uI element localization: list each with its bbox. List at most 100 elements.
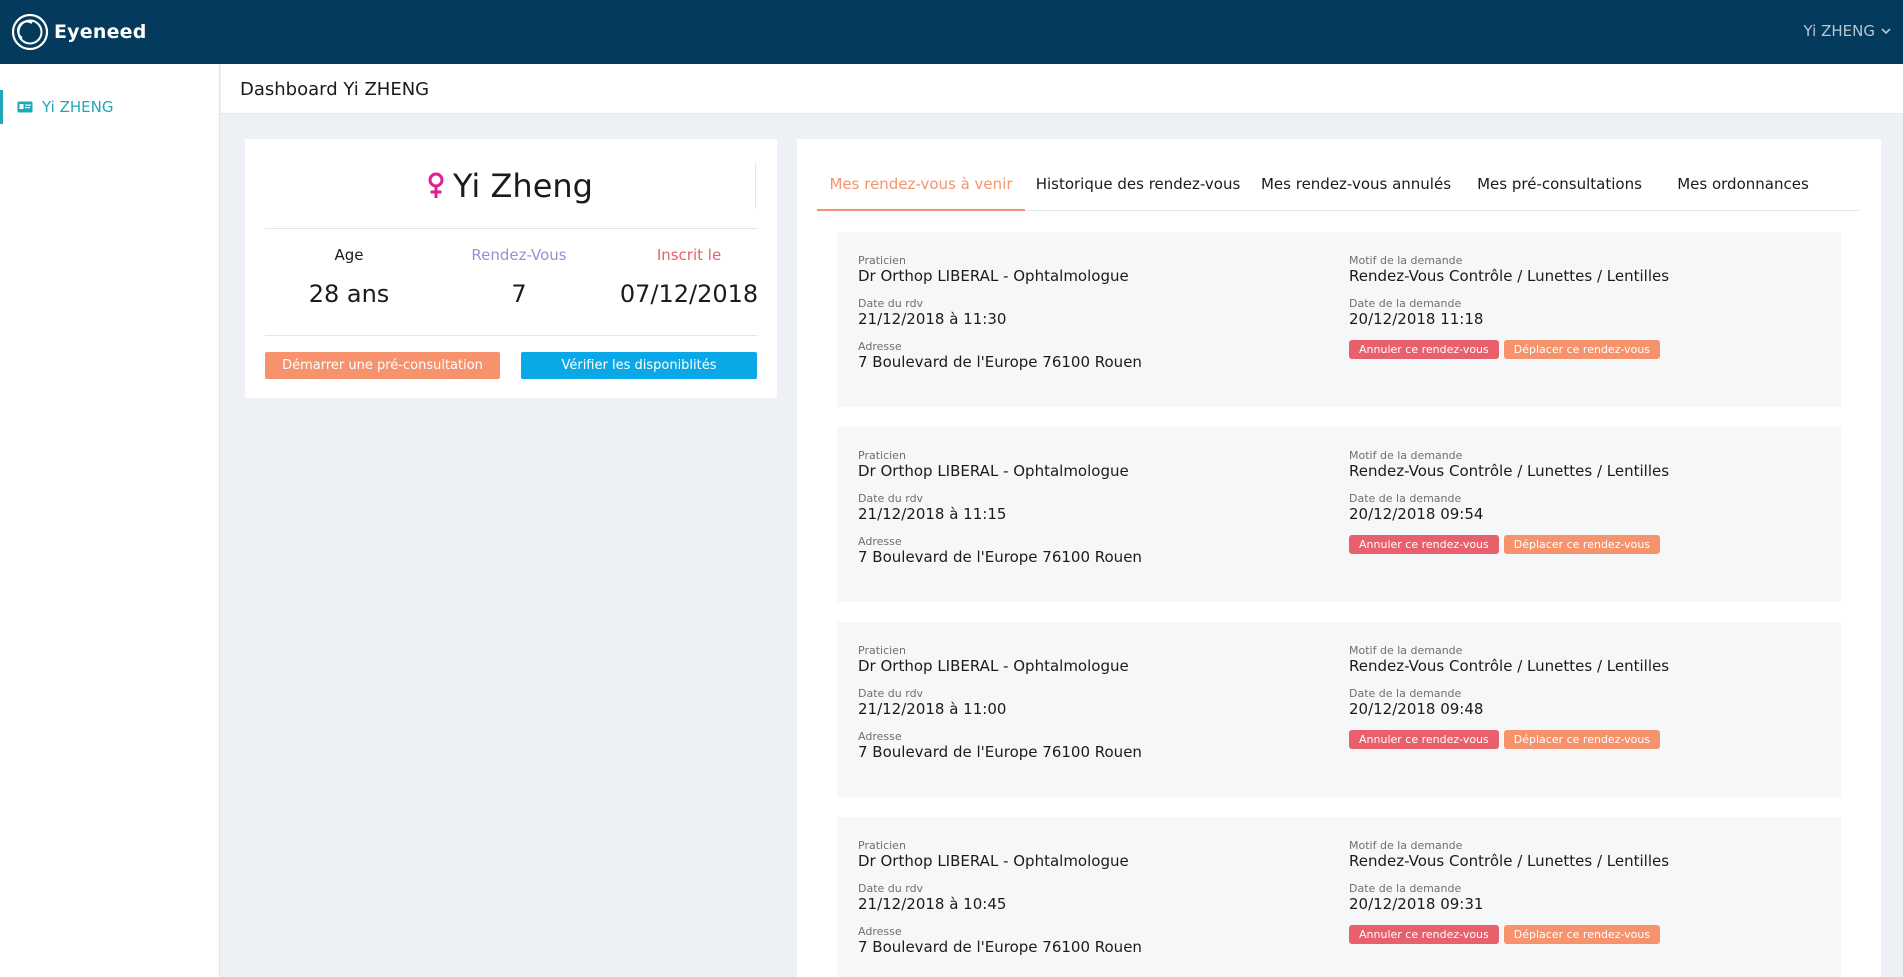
date-rdv-value: 21/12/2018 à 10:45 (858, 895, 1007, 913)
appointment-card: Praticien Dr Orthop LIBERAL - Ophtalmolo… (837, 622, 1841, 797)
eyeneed-logo-icon (11, 13, 49, 51)
appointment-request: Motif de la demande Rendez-Vous Contrôle… (1349, 254, 1669, 359)
adresse-label: Adresse (858, 925, 902, 938)
praticien-value: Dr Orthop LIBERAL - Ophtalmologue (858, 462, 1129, 480)
date-rdv-label: Date du rdv (858, 882, 924, 895)
stat-label: Age (334, 246, 364, 264)
tab-prescriptions[interactable]: Mes ordonnances (1658, 167, 1828, 211)
sidebar-item-label: Yi ZHENG (42, 98, 114, 116)
motif-value: Rendez-Vous Contrôle / Lunettes / Lentil… (1349, 462, 1670, 480)
date-demande-label: Date de la demande (1349, 297, 1462, 310)
chevron-down-icon (1881, 27, 1891, 34)
stat-label: Inscrit le (656, 246, 722, 264)
date-rdv-value: 21/12/2018 à 11:00 (858, 700, 1007, 718)
appointment-details: Praticien Dr Orthop LIBERAL - Ophtalmolo… (858, 449, 1142, 567)
cancel-appointment-button[interactable]: Annuler ce rendez-vous (1349, 535, 1499, 554)
cancel-appointment-button[interactable]: Annuler ce rendez-vous (1349, 340, 1499, 359)
appointment-actions: Annuler ce rendez-vous Déplacer ce rende… (1349, 535, 1669, 554)
motif-value: Rendez-Vous Contrôle / Lunettes / Lentil… (1349, 267, 1670, 285)
praticien-label: Praticien (858, 449, 906, 462)
move-appointment-button[interactable]: Déplacer ce rendez-vous (1503, 535, 1661, 554)
stat-value: 28 ans (308, 280, 390, 308)
praticien-label: Praticien (858, 644, 906, 657)
praticien-value: Dr Orthop LIBERAL - Ophtalmologue (858, 852, 1129, 870)
motif-label: Motif de la demande (1349, 449, 1463, 462)
divider (265, 335, 757, 336)
appointment-actions: Annuler ce rendez-vous Déplacer ce rende… (1349, 340, 1669, 359)
sidebar-item-patient[interactable]: Yi ZHENG (0, 90, 219, 124)
date-demande-label: Date de la demande (1349, 687, 1462, 700)
tab-history[interactable]: Historique des rendez-vous (1025, 167, 1251, 211)
motif-value: Rendez-Vous Contrôle / Lunettes / Lentil… (1349, 852, 1670, 870)
sidebar: Yi ZHENG (0, 64, 220, 977)
user-menu[interactable]: Yi ZHENG (1804, 22, 1891, 40)
date-rdv-label: Date du rdv (858, 492, 924, 505)
motif-label: Motif de la demande (1349, 839, 1463, 852)
stat-value: 07/12/2018 (619, 280, 759, 308)
patient-name: Yi Zheng (453, 167, 593, 205)
motif-value: Rendez-Vous Contrôle / Lunettes / Lentil… (1349, 657, 1670, 675)
appointments-panel: Mes rendez-vous à venir Historique des r… (797, 139, 1881, 977)
date-rdv-value: 21/12/2018 à 11:30 (858, 310, 1007, 328)
adresse-label: Adresse (858, 535, 902, 548)
appointment-actions: Annuler ce rendez-vous Déplacer ce rende… (1349, 730, 1669, 749)
user-menu-label: Yi ZHENG (1803, 22, 1875, 40)
appointment-request: Motif de la demande Rendez-Vous Contrôle… (1349, 644, 1669, 749)
cancel-appointment-button[interactable]: Annuler ce rendez-vous (1349, 730, 1499, 749)
profile-header: Yi Zheng (265, 163, 756, 209)
date-rdv-label: Date du rdv (858, 297, 924, 310)
tab-cancelled[interactable]: Mes rendez-vous annulés (1251, 167, 1461, 211)
check-availability-button[interactable]: Vérifier les disponiblités (521, 352, 757, 379)
appointment-request: Motif de la demande Rendez-Vous Contrôle… (1349, 839, 1669, 944)
date-demande-value: 20/12/2018 09:54 (1349, 505, 1484, 523)
divider (265, 228, 757, 229)
praticien-label: Praticien (858, 839, 906, 852)
profile-card: Yi Zheng Age 28 ans Rendez-Vous 7 Inscri… (245, 139, 777, 398)
date-demande-value: 20/12/2018 11:18 (1349, 310, 1484, 328)
start-preconsultation-button[interactable]: Démarrer une pré-consultation (265, 352, 500, 379)
praticien-label: Praticien (858, 254, 906, 267)
date-rdv-label: Date du rdv (858, 687, 924, 700)
cancel-appointment-button[interactable]: Annuler ce rendez-vous (1349, 925, 1499, 944)
tab-upcoming[interactable]: Mes rendez-vous à venir (817, 167, 1025, 211)
appointment-details: Praticien Dr Orthop LIBERAL - Ophtalmolo… (858, 644, 1142, 762)
appointment-details: Praticien Dr Orthop LIBERAL - Ophtalmolo… (858, 839, 1142, 957)
praticien-value: Dr Orthop LIBERAL - Ophtalmologue (858, 267, 1129, 285)
stat-label: Rendez-Vous (471, 246, 567, 264)
stat-registered: Inscrit le 07/12/2018 (607, 246, 771, 308)
adresse-value: 7 Boulevard de l'Europe 76100 Rouen (858, 548, 1142, 566)
stat-appointments: Rendez-Vous 7 (437, 246, 601, 308)
page-title: Dashboard Yi ZHENG (240, 79, 430, 100)
adresse-value: 7 Boulevard de l'Europe 76100 Rouen (858, 353, 1142, 371)
female-icon (428, 172, 444, 198)
move-appointment-button[interactable]: Déplacer ce rendez-vous (1503, 925, 1661, 944)
adresse-label: Adresse (858, 340, 902, 353)
motif-label: Motif de la demande (1349, 644, 1463, 657)
appointment-details: Praticien Dr Orthop LIBERAL - Ophtalmolo… (858, 254, 1142, 372)
tab-preconsultations[interactable]: Mes pré-consultations (1461, 167, 1658, 211)
date-rdv-value: 21/12/2018 à 11:15 (858, 505, 1007, 523)
adresse-label: Adresse (858, 730, 902, 743)
appointment-request: Motif de la demande Rendez-Vous Contrôle… (1349, 449, 1669, 554)
brand[interactable]: Eyeneed (10, 12, 147, 52)
stat-value: 7 (511, 280, 527, 308)
app-name: Eyeneed (54, 21, 147, 43)
move-appointment-button[interactable]: Déplacer ce rendez-vous (1503, 340, 1661, 359)
motif-label: Motif de la demande (1349, 254, 1463, 267)
praticien-value: Dr Orthop LIBERAL - Ophtalmologue (858, 657, 1129, 675)
id-card-icon (17, 101, 33, 113)
date-demande-label: Date de la demande (1349, 882, 1462, 895)
appointment-card: Praticien Dr Orthop LIBERAL - Ophtalmolo… (837, 232, 1841, 407)
appointment-card: Praticien Dr Orthop LIBERAL - Ophtalmolo… (837, 427, 1841, 602)
tab-bar: Mes rendez-vous à venir Historique des r… (817, 167, 1859, 211)
appointment-actions: Annuler ce rendez-vous Déplacer ce rende… (1349, 925, 1669, 944)
move-appointment-button[interactable]: Déplacer ce rendez-vous (1503, 730, 1661, 749)
adresse-value: 7 Boulevard de l'Europe 76100 Rouen (858, 938, 1142, 956)
stat-age: Age 28 ans (267, 246, 431, 308)
page-header: Dashboard Yi ZHENG (221, 64, 1903, 114)
date-demande-value: 20/12/2018 09:48 (1349, 700, 1484, 718)
date-demande-value: 20/12/2018 09:31 (1349, 895, 1484, 913)
date-demande-label: Date de la demande (1349, 492, 1462, 505)
adresse-value: 7 Boulevard de l'Europe 76100 Rouen (858, 743, 1142, 761)
top-bar: Eyeneed Yi ZHENG (0, 0, 1903, 64)
